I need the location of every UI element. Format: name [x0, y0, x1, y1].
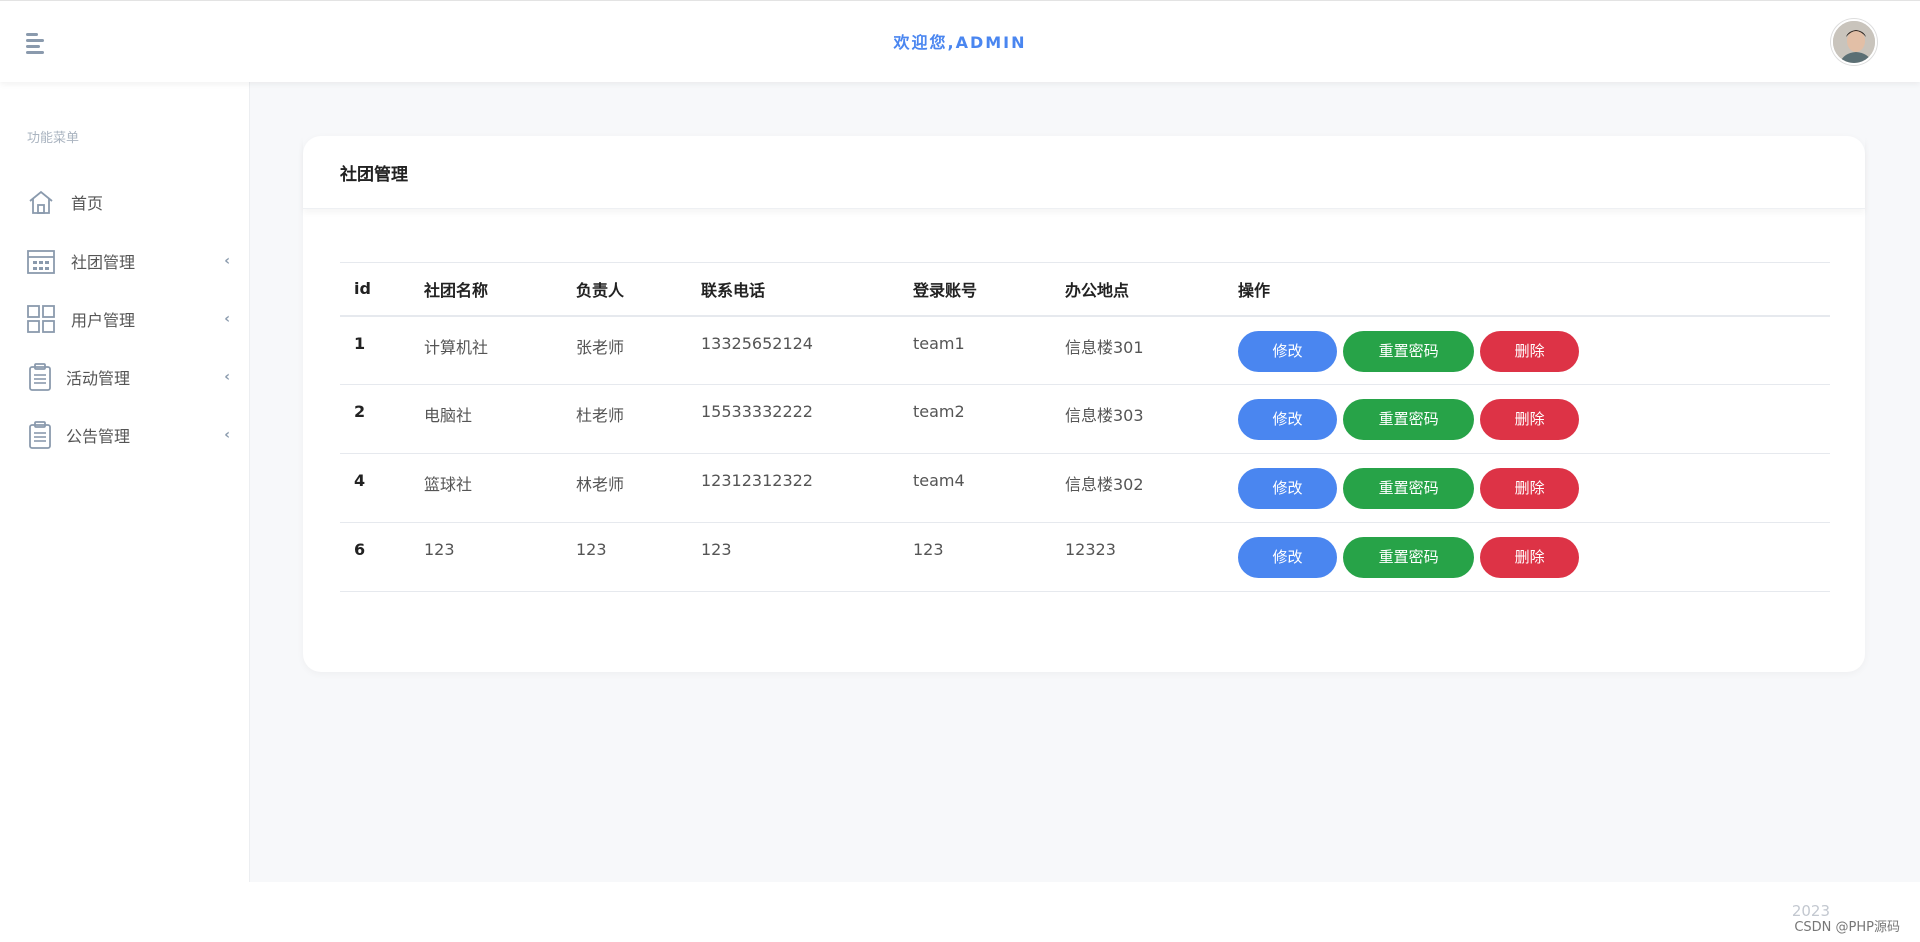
club-management-card: 社团管理 id 社团名称 负责人 联系电话 登录账号 办公地点 操作 1 计算机… [303, 136, 1865, 672]
chevron-left-icon: ‹ [224, 311, 230, 327]
edit-button[interactable]: 修改 [1238, 399, 1337, 440]
cell-actions: 修改 重置密码 删除 [1224, 315, 1830, 385]
sidebar-item-label: 社团管理 [71, 253, 136, 272]
chevron-left-icon: ‹ [224, 369, 230, 385]
sidebar-item-label: 首页 [71, 194, 104, 213]
cell-phone: 12312312322 [687, 453, 899, 523]
sidebar-item-label: 用户管理 [71, 311, 136, 330]
page-title: 社团管理 [340, 164, 408, 185]
cell-leader: 杜老师 [562, 384, 687, 454]
chevron-left-icon: ‹ [224, 253, 230, 269]
cell-location: 信息楼302 [1051, 453, 1224, 523]
cell-actions: 修改 重置密码 删除 [1224, 453, 1830, 523]
sidebar-heading: 功能菜单 [27, 131, 80, 146]
edit-button[interactable]: 修改 [1238, 468, 1337, 509]
column-header-id: id [340, 262, 410, 317]
edit-button[interactable]: 修改 [1238, 537, 1337, 578]
card-header: 社团管理 [303, 136, 1865, 209]
column-header-leader: 负责人 [562, 262, 687, 317]
column-header-name: 社团名称 [410, 262, 562, 317]
cell-leader: 123 [562, 522, 687, 592]
club-table: id 社团名称 负责人 联系电话 登录账号 办公地点 操作 1 计算机社 张老师… [340, 262, 1830, 592]
club-table-wrap: id 社团名称 负责人 联系电话 登录账号 办公地点 操作 1 计算机社 张老师… [340, 262, 1830, 592]
table-header-row: id 社团名称 负责人 联系电话 登录账号 办公地点 操作 [340, 262, 1830, 317]
delete-button[interactable]: 删除 [1480, 330, 1580, 372]
sidebar-item-label: 公告管理 [66, 427, 131, 446]
cell-phone: 13325652124 [687, 315, 899, 385]
table-row: 6 123 123 123 123 12323 修改 重置密码 删除 [340, 522, 1830, 592]
delete-button[interactable]: 删除 [1480, 468, 1580, 509]
cell-leader: 张老师 [562, 315, 687, 385]
clipboard-icon [29, 363, 51, 391]
cell-name: 电脑社 [410, 384, 562, 454]
cell-name: 123 [410, 522, 562, 592]
cell-leader: 林老师 [562, 453, 687, 523]
column-header-location: 办公地点 [1051, 262, 1224, 317]
reset-password-button[interactable]: 重置密码 [1343, 330, 1475, 372]
reset-password-button[interactable]: 重置密码 [1343, 399, 1475, 440]
cell-id: 4 [340, 453, 410, 523]
sidebar: 功能菜单 首页 社团管理 ‹ 用户管理 ‹ 活动管理 ‹ 公告管理 ‹ [0, 82, 250, 882]
column-header-actions: 操作 [1224, 262, 1830, 317]
avatar[interactable] [1831, 19, 1877, 65]
clipboard-icon [29, 421, 51, 449]
watermark-text: CSDN @PHP源码 [1794, 920, 1900, 935]
reset-password-button[interactable]: 重置密码 [1343, 537, 1475, 578]
sidebar-item-activity-management[interactable]: 活动管理 ‹ [0, 353, 250, 401]
cell-actions: 修改 重置密码 删除 [1224, 384, 1830, 454]
delete-button[interactable]: 删除 [1480, 399, 1580, 440]
column-header-phone: 联系电话 [687, 262, 899, 317]
table-row: 4 篮球社 林老师 12312312322 team4 信息楼302 修改 重置… [340, 453, 1830, 523]
sidebar-item-user-management[interactable]: 用户管理 ‹ [0, 295, 250, 343]
top-header: 欢迎您,ADMIN [0, 0, 1920, 82]
table-row: 1 计算机社 张老师 13325652124 team1 信息楼301 修改 重… [340, 315, 1830, 385]
cell-account: 123 [899, 522, 1051, 592]
cell-id: 2 [340, 384, 410, 454]
delete-button[interactable]: 删除 [1480, 537, 1580, 578]
table-row: 2 电脑社 杜老师 15533332222 team2 信息楼303 修改 重置… [340, 384, 1830, 454]
home-icon [29, 190, 53, 214]
calendar-grid-icon [27, 250, 55, 274]
cell-name: 篮球社 [410, 453, 562, 523]
cell-account: team4 [899, 453, 1051, 523]
reset-password-button[interactable]: 重置密码 [1343, 468, 1475, 509]
sidebar-item-club-management[interactable]: 社团管理 ‹ [0, 237, 250, 285]
cell-phone: 123 [687, 522, 899, 592]
column-header-account: 登录账号 [899, 262, 1051, 317]
sidebar-item-home[interactable]: 首页 [0, 178, 250, 226]
cell-phone: 15533332222 [687, 384, 899, 454]
chevron-left-icon: ‹ [224, 427, 230, 443]
cell-location: 信息楼303 [1051, 384, 1224, 454]
edit-button[interactable]: 修改 [1238, 330, 1337, 372]
grid-icon [27, 305, 55, 333]
cell-account: team2 [899, 384, 1051, 454]
cell-id: 1 [340, 315, 410, 385]
footer: 2023 CSDN @PHP源码 [0, 882, 1920, 942]
cell-location: 信息楼301 [1051, 315, 1224, 385]
cell-id: 6 [340, 522, 410, 592]
cell-account: team1 [899, 315, 1051, 385]
cell-name: 计算机社 [410, 315, 562, 385]
cell-actions: 修改 重置密码 删除 [1224, 522, 1830, 592]
sidebar-item-label: 活动管理 [66, 369, 131, 388]
welcome-text: 欢迎您,ADMIN [893, 33, 1027, 52]
sidebar-item-notice-management[interactable]: 公告管理 ‹ [0, 411, 250, 459]
cell-location: 12323 [1051, 522, 1224, 592]
